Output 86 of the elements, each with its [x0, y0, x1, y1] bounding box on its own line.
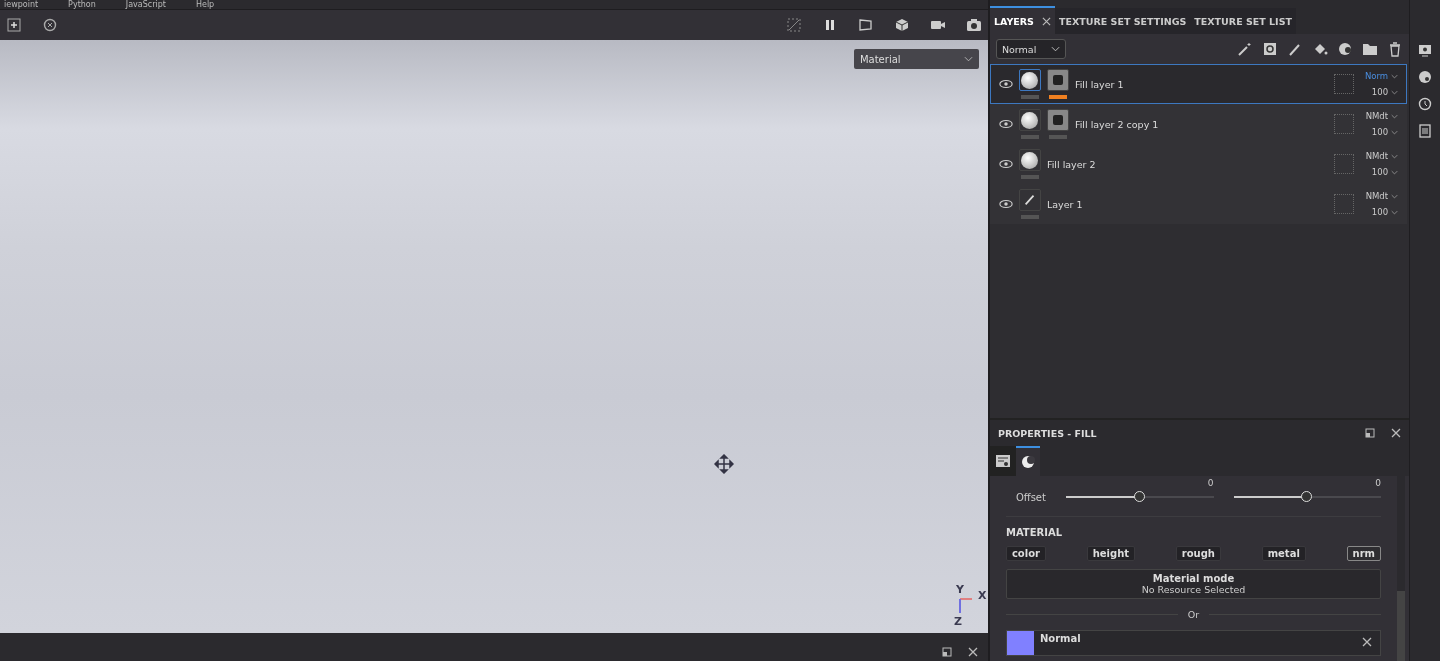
axis-label: Y	[956, 583, 964, 596]
opacity-dropdown[interactable]: 100	[1371, 127, 1399, 137]
layer-row[interactable]: Fill layer 1 Norm 100	[989, 64, 1408, 104]
settings-tab[interactable]	[989, 446, 1016, 476]
layer-row[interactable]: Fill layer 2 copy 1 NMdt 100	[989, 104, 1408, 144]
panel-title: PROPERTIES - FILL	[997, 427, 1097, 439]
menu-item[interactable]: Python	[68, 0, 96, 9]
magic-wand-icon[interactable]	[1237, 41, 1254, 57]
blend-mode-dropdown[interactable]: NMdt	[1365, 151, 1399, 161]
move-cursor-icon	[714, 454, 734, 474]
add-square-icon[interactable]	[6, 17, 22, 33]
material-tab[interactable]	[1015, 446, 1040, 476]
restore-icon[interactable]	[941, 647, 952, 657]
layer-name: Fill layer 2	[1046, 158, 1097, 170]
scrollbar-thumb[interactable]	[1397, 591, 1406, 661]
layer-thumbnail[interactable]	[1018, 189, 1041, 211]
section-heading: MATERIAL	[1005, 516, 1382, 538]
panel-tab[interactable]: LAYERS	[989, 6, 1055, 34]
offset-label: Offset	[1014, 492, 1046, 504]
camera-icon[interactable]	[965, 17, 982, 33]
or-separator-text: Or	[1187, 609, 1200, 620]
caret-icon	[1391, 89, 1399, 95]
channel-toggle[interactable]: nrm	[1346, 546, 1382, 561]
folder-icon[interactable]	[1362, 41, 1379, 57]
caret-icon	[1391, 153, 1399, 159]
eye-icon[interactable]	[998, 199, 1013, 209]
layer-thumbnail[interactable]	[1018, 69, 1041, 91]
material-ball-icon	[1019, 454, 1036, 470]
channel-toggle[interactable]: color	[1005, 546, 1046, 561]
cube-icon[interactable]	[893, 17, 910, 33]
caret-icon	[1391, 113, 1399, 119]
layer-row[interactable]: Layer 1 NMdt 100	[989, 184, 1408, 224]
caret-icon	[1391, 169, 1399, 175]
axis-label: X	[978, 589, 987, 602]
blend-mode-dropdown[interactable]: NMdt	[1365, 191, 1399, 201]
close-icon[interactable]	[967, 647, 978, 657]
caret-icon	[1391, 209, 1399, 215]
blend-mode-dropdown[interactable]: Normal	[995, 39, 1066, 59]
caret-icon	[1050, 46, 1060, 52]
close-icon[interactable]	[1041, 16, 1051, 26]
resource-name: Normal	[1039, 632, 1081, 644]
channel-toggle[interactable]: rough	[1175, 546, 1221, 561]
blend-mode-dropdown[interactable]: NMdt	[1365, 111, 1399, 121]
menu-item[interactable]: Help	[195, 0, 215, 9]
eye-icon[interactable]	[998, 79, 1013, 89]
opacity-dropdown[interactable]: 100	[1371, 87, 1399, 97]
caret-icon	[1391, 73, 1399, 79]
channel-toggle[interactable]: height	[1086, 546, 1136, 561]
display-icon[interactable]	[1417, 42, 1434, 58]
layer-name: Fill layer 1	[1074, 78, 1125, 90]
material-mode-field[interactable]: Material mode No Resource Selected	[1005, 569, 1382, 599]
blend-mode-dropdown[interactable]: Norm	[1364, 71, 1399, 81]
channel-dropdown[interactable]: Material	[853, 49, 979, 69]
caret-icon	[1391, 193, 1399, 199]
document-icon[interactable]	[1417, 123, 1434, 139]
settings-panel-icon	[994, 453, 1011, 469]
eye-icon[interactable]	[998, 159, 1013, 169]
hidden-icon[interactable]	[785, 17, 802, 33]
axis-label: Z	[954, 615, 962, 628]
restore-icon[interactable]	[1365, 428, 1376, 438]
close-icon[interactable]	[1391, 428, 1402, 438]
slider-value: 0	[1206, 478, 1214, 488]
panel-tab[interactable]: TEXTURE SET SETTINGS	[1054, 8, 1191, 34]
caret-icon	[1391, 129, 1399, 135]
layer-thumbnail[interactable]	[1018, 109, 1041, 131]
panel-tab[interactable]: TEXTURE SET LIST	[1190, 8, 1296, 34]
slider-value: 0	[1374, 478, 1382, 488]
shader-ball-icon[interactable]	[1417, 69, 1434, 85]
refresh-square-icon[interactable]	[1262, 41, 1279, 57]
frame-icon[interactable]	[857, 17, 874, 33]
eye-icon[interactable]	[998, 119, 1013, 129]
layer-thumbnail[interactable]	[1018, 149, 1041, 171]
layer-row[interactable]: Fill layer 2 NMdt 100	[989, 144, 1408, 184]
mask-icon[interactable]	[1337, 41, 1354, 57]
color-swatch[interactable]	[1006, 631, 1034, 655]
close-icon[interactable]	[1362, 637, 1373, 647]
opacity-dropdown[interactable]: 100	[1371, 167, 1399, 177]
mask-thumbnail[interactable]	[1046, 69, 1069, 91]
menu-item[interactable]: iewpoint	[4, 0, 39, 9]
layer-name: Layer 1	[1046, 198, 1084, 210]
channel-toggle[interactable]: metal	[1261, 546, 1306, 561]
layer-name: Fill layer 2 copy 1	[1074, 118, 1160, 130]
caret-icon	[963, 56, 973, 62]
opacity-dropdown[interactable]: 100	[1371, 207, 1399, 217]
menu-item[interactable]: JavaScript	[125, 0, 166, 9]
mask-thumbnail[interactable]	[1046, 109, 1069, 131]
